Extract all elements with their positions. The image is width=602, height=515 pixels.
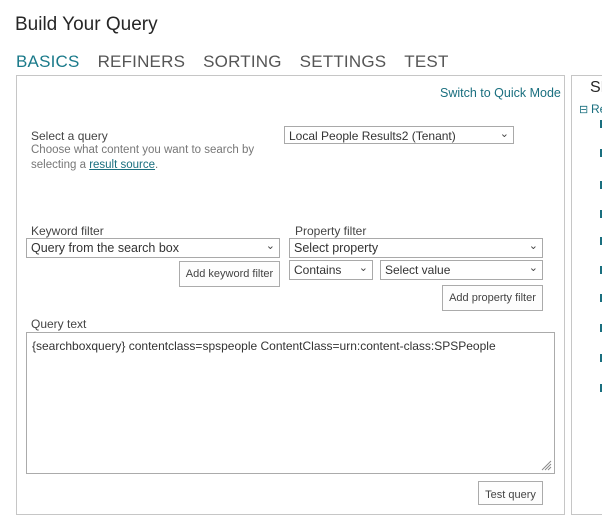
keyword-filter-value: Query from the search box <box>31 241 179 255</box>
side-panel-link[interactable]: Re <box>591 102 602 116</box>
add-keyword-filter-button[interactable]: Add keyword filter <box>179 261 280 287</box>
property-select-value: Select property <box>294 241 379 255</box>
side-panel-title: SP <box>590 79 602 96</box>
value-select-dropdown[interactable]: Select value ⌄ <box>380 260 543 280</box>
keyword-filter-label: Keyword filter <box>31 224 104 238</box>
result-source-link[interactable]: result source <box>89 159 155 171</box>
tab-bar: BASICS REFINERS SORTING SETTINGS TEST <box>16 52 467 72</box>
keyword-filter-dropdown[interactable]: Query from the search box ⌄ <box>26 238 280 258</box>
tab-settings[interactable]: SETTINGS <box>300 52 387 72</box>
select-query-value: Local People Results2 (Tenant) <box>289 129 456 143</box>
dialog-title: Build Your Query <box>15 14 158 35</box>
collapse-icon[interactable]: ⊟ <box>579 103 588 116</box>
select-query-help: Choose what content you want to search b… <box>31 144 255 171</box>
query-text-value: {searchboxquery} contentclass=spspeople … <box>32 339 496 353</box>
tab-test[interactable]: TEST <box>404 52 448 72</box>
operator-value: Contains <box>294 263 342 277</box>
resize-grip-icon[interactable] <box>541 460 552 471</box>
chevron-down-icon: ⌄ <box>265 240 275 252</box>
switch-to-quick-mode-link[interactable]: Switch to Quick Mode <box>440 86 561 100</box>
test-query-button[interactable]: Test query <box>478 481 543 505</box>
side-panel <box>571 75 602 515</box>
value-select-value: Select value <box>385 263 451 277</box>
tab-basics[interactable]: BASICS <box>16 52 80 72</box>
select-query-dropdown[interactable]: Local People Results2 (Tenant) ⌄ <box>284 126 514 144</box>
query-text-area[interactable]: {searchboxquery} contentclass=spspeople … <box>26 332 555 474</box>
chevron-down-icon: ⌄ <box>528 240 538 252</box>
add-property-filter-button[interactable]: Add property filter <box>442 285 543 311</box>
chevron-down-icon: ⌄ <box>499 128 509 140</box>
tab-refiners[interactable]: REFINERS <box>98 52 186 72</box>
chevron-down-icon: ⌄ <box>358 262 368 274</box>
property-select-dropdown[interactable]: Select property ⌄ <box>289 238 543 258</box>
property-filter-label: Property filter <box>295 224 367 238</box>
tab-sorting[interactable]: SORTING <box>203 52 282 72</box>
query-text-label: Query text <box>31 317 87 331</box>
operator-dropdown[interactable]: Contains ⌄ <box>289 260 373 280</box>
chevron-down-icon: ⌄ <box>528 262 538 274</box>
select-query-label: Select a query <box>31 129 108 143</box>
